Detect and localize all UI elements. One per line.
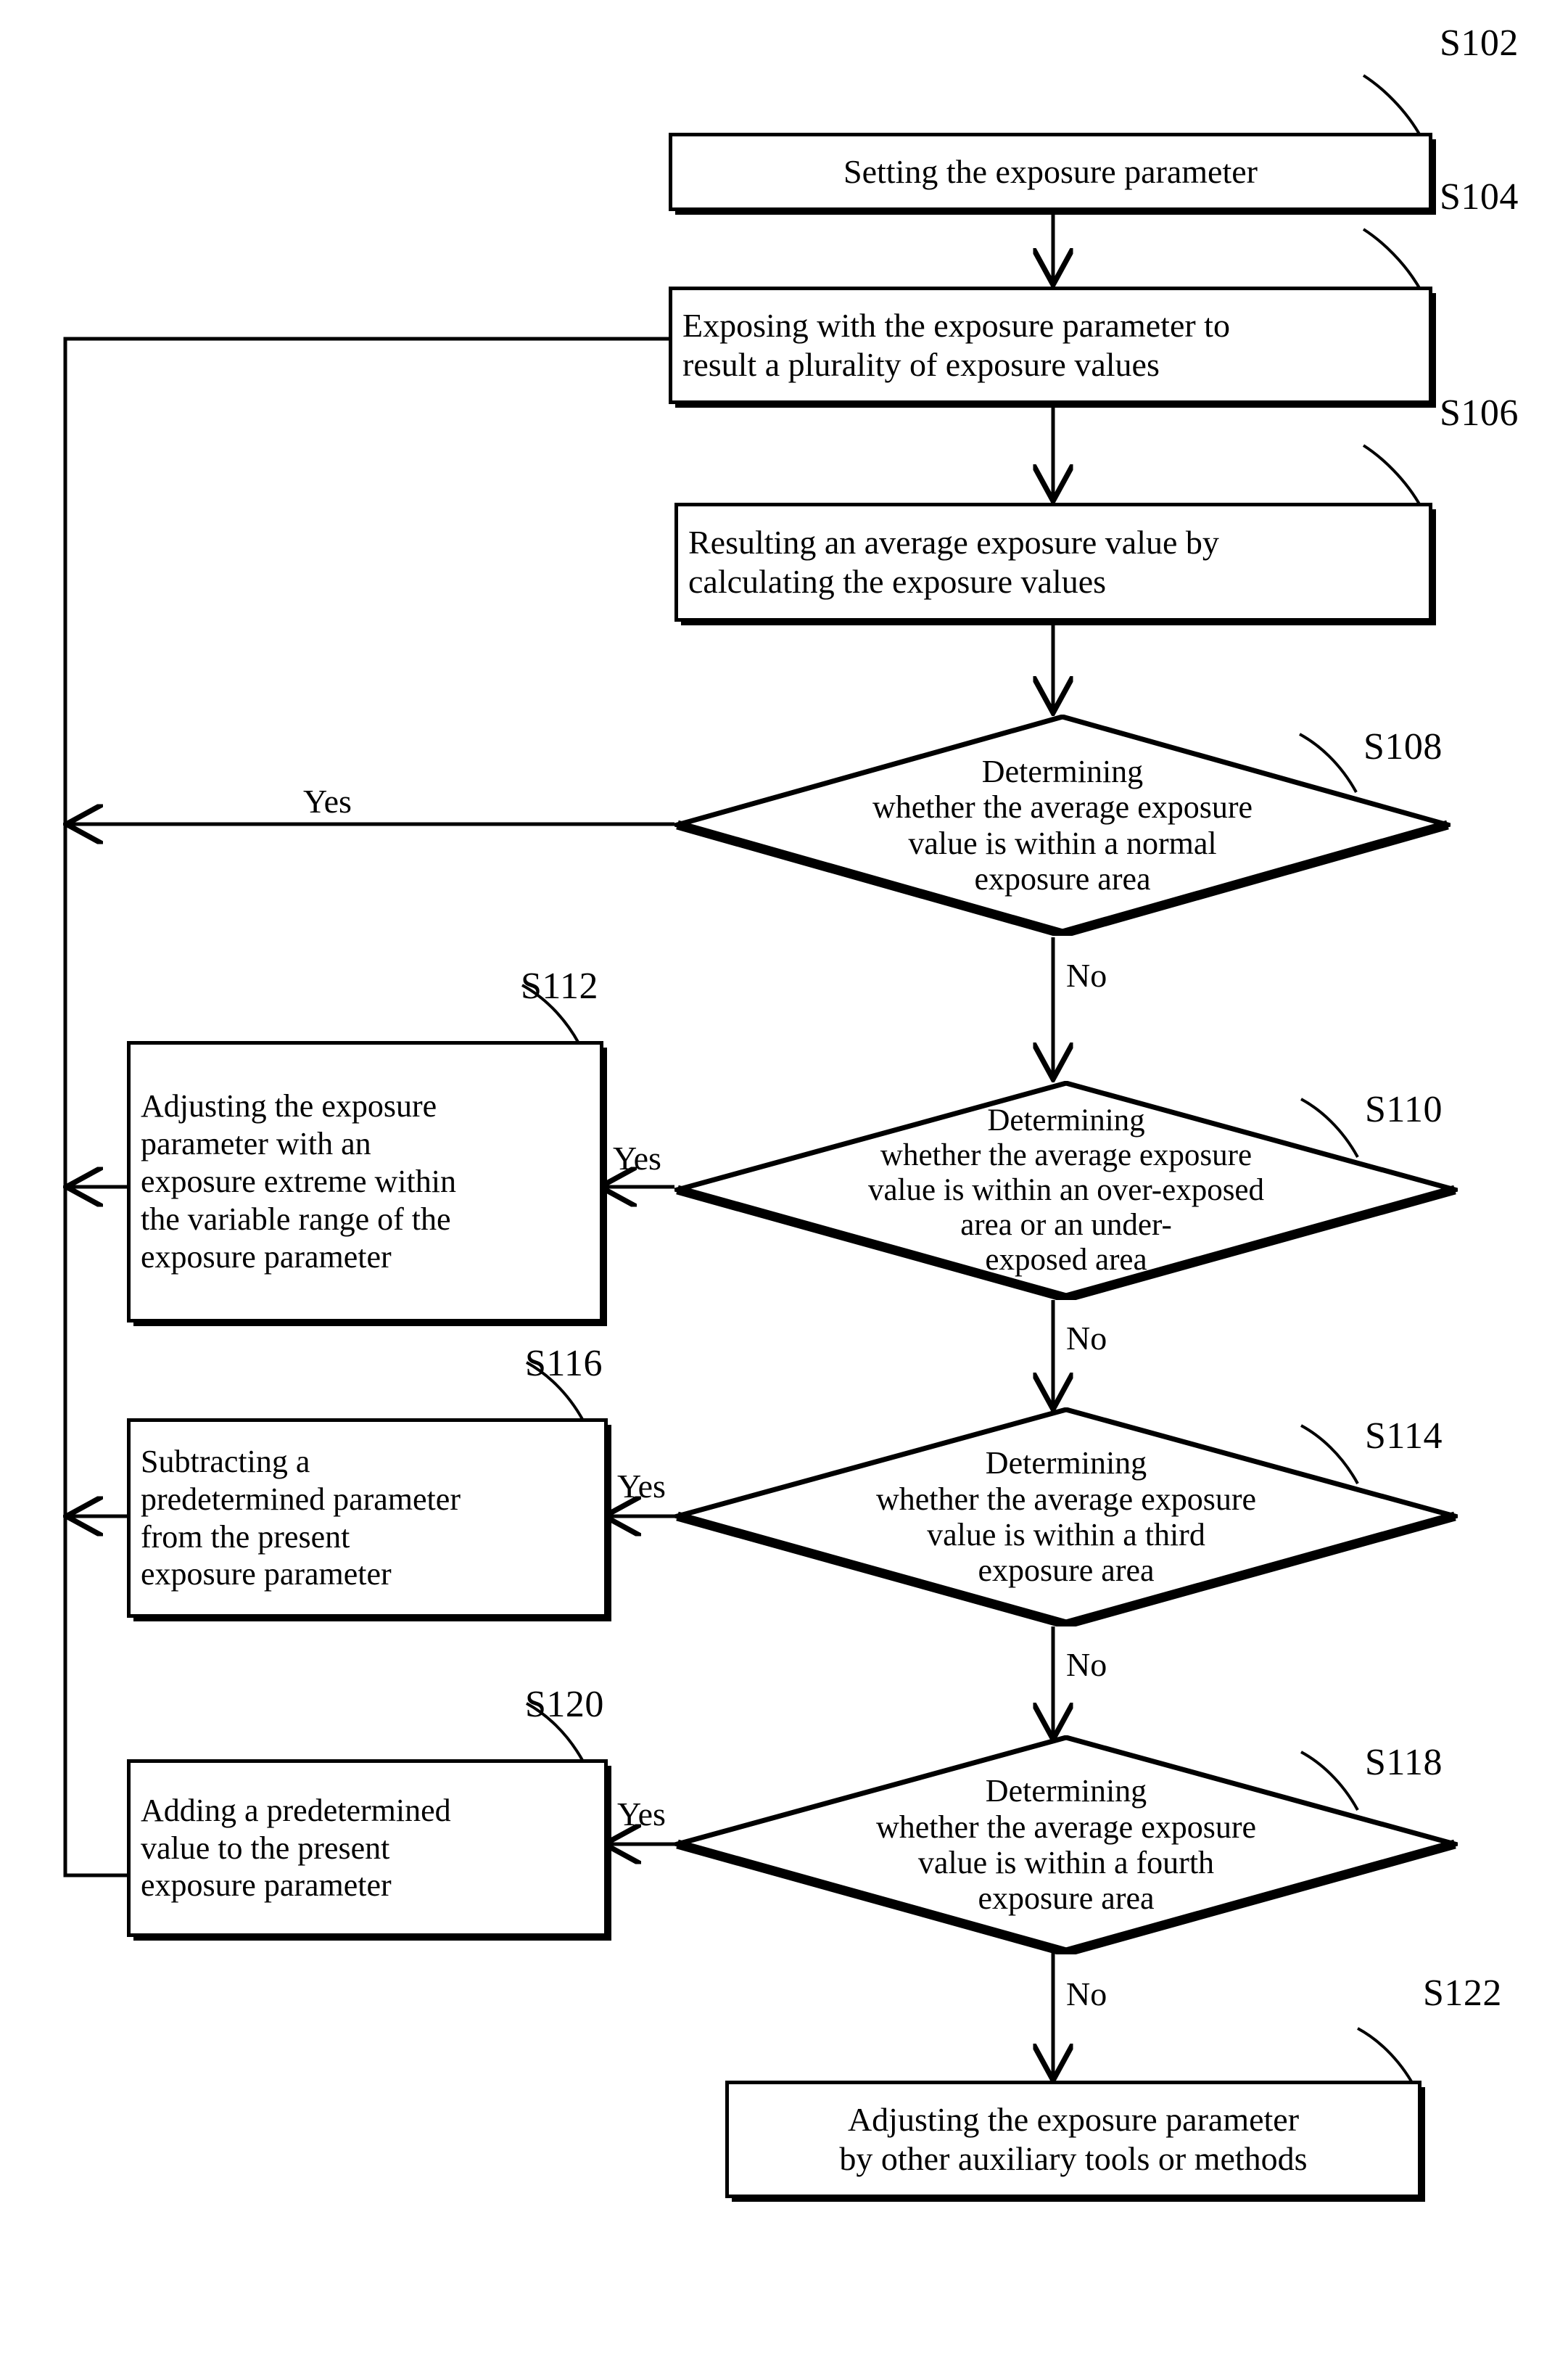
node-text-s106-line1: Resulting an average exposure value by xyxy=(688,523,1219,561)
node-text-s120-line2: value to the present xyxy=(141,1830,390,1866)
node-text-s122: Adjusting the exposure parameter by othe… xyxy=(729,2100,1418,2179)
node-text-s114: Determining whether the average exposure… xyxy=(769,1445,1364,1588)
edge-label-s114-no: No xyxy=(1066,1646,1107,1683)
node-text-s114-line4: exposure area xyxy=(978,1552,1155,1589)
node-text-s120-line3: exposure parameter xyxy=(141,1867,392,1904)
edge-label-s118-no: No xyxy=(1066,1975,1107,2012)
edge-label-s110-no: No xyxy=(1066,1320,1107,1357)
node-text-s108: Determining whether the average exposure… xyxy=(767,754,1357,897)
node-text-s118-line1: Determining xyxy=(985,1773,1147,1809)
node-text-s110-line1: Determining xyxy=(987,1103,1145,1138)
process-node-s106[interactable]: Resulting an average exposure value by c… xyxy=(674,503,1432,622)
node-text-s110-line2: whether the average exposure xyxy=(880,1138,1253,1172)
ref-label-s116: S116 xyxy=(525,1343,603,1384)
decision-node-s118[interactable]: Determining whether the average exposure… xyxy=(674,1735,1458,1954)
node-text-s112-line3: exposure extreme within xyxy=(141,1164,456,1200)
process-node-s122[interactable]: Adjusting the exposure parameter by othe… xyxy=(725,2081,1421,2198)
ref-label-s102: S102 xyxy=(1440,22,1519,64)
ref-label-s120: S120 xyxy=(525,1684,604,1725)
ref-label-s106: S106 xyxy=(1440,392,1519,434)
node-text-s110-line4: area or an under- xyxy=(960,1208,1172,1243)
edge-label-s108-no: No xyxy=(1066,957,1107,994)
ref-label-s104: S104 xyxy=(1440,176,1519,218)
node-text-s116-line4: exposure parameter xyxy=(141,1556,392,1592)
edge-label-s118-yes: Yes xyxy=(617,1796,666,1833)
node-text-s106: Resulting an average exposure value by c… xyxy=(678,523,1429,602)
node-text-s116-line1: Subtracting a xyxy=(141,1443,310,1479)
node-text-s120: Adding a predetermined value to the pres… xyxy=(131,1792,604,1905)
node-text-s118: Determining whether the average exposure… xyxy=(769,1773,1364,1916)
ref-label-s114: S114 xyxy=(1365,1415,1443,1457)
decision-node-s108[interactable]: Determining whether the average exposure… xyxy=(674,715,1451,936)
process-node-s120[interactable]: Adding a predetermined value to the pres… xyxy=(127,1759,608,1937)
node-text-s104: Exposing with the exposure parameter to … xyxy=(672,306,1429,385)
node-text-s122-line1: Adjusting the exposure parameter xyxy=(847,2100,1300,2138)
node-text-s116-line3: from the present xyxy=(141,1518,350,1555)
decision-node-s110[interactable]: Determining whether the average exposure… xyxy=(674,1081,1458,1300)
ref-label-s108: S108 xyxy=(1363,726,1443,768)
node-text-s110: Determining whether the average exposure… xyxy=(769,1103,1364,1278)
process-node-s116[interactable]: Subtracting a predetermined parameter fr… xyxy=(127,1418,608,1618)
node-text-s120-line1: Adding a predetermined xyxy=(141,1792,451,1828)
ref-label-s110: S110 xyxy=(1365,1089,1443,1130)
node-text-s122-line2: by other auxiliary tools or methods xyxy=(839,2140,1308,2177)
process-node-s112[interactable]: Adjusting the exposure parameter with an… xyxy=(127,1041,603,1323)
node-text-s112-line5: exposure parameter xyxy=(141,1238,392,1275)
node-text-s114-line3: value is within a third xyxy=(927,1517,1205,1552)
node-text-s106-line2: calculating the exposure values xyxy=(688,563,1107,600)
node-text-s110-line5: exposed area xyxy=(985,1243,1147,1278)
edge-label-s114-yes: Yes xyxy=(617,1468,666,1505)
process-node-s104[interactable]: Exposing with the exposure parameter to … xyxy=(669,287,1432,404)
edge-label-s110-yes: Yes xyxy=(613,1140,661,1177)
node-text-s118-line3: value is within a fourth xyxy=(917,1845,1215,1880)
node-text-s108-line3: value is within a normal xyxy=(908,825,1217,861)
node-text-s116-line2: predetermined parameter xyxy=(141,1481,461,1517)
node-text-s114-line1: Determining xyxy=(985,1445,1147,1481)
edge-label-s108-yes: Yes xyxy=(303,783,352,820)
node-text-s108-line1: Determining xyxy=(981,753,1144,789)
ref-label-s112: S112 xyxy=(521,966,598,1007)
ref-label-s122: S122 xyxy=(1423,1973,1502,2014)
node-text-s112-line2: parameter with an xyxy=(141,1126,371,1162)
node-text-s114-line2: whether the average exposure xyxy=(875,1481,1257,1517)
node-text-s104-line2: result a plurality of exposure values xyxy=(682,346,1160,383)
node-text-s112-line1: Adjusting the exposure xyxy=(141,1088,437,1124)
decision-node-s114[interactable]: Determining whether the average exposure… xyxy=(674,1407,1458,1626)
node-text-s112: Adjusting the exposure parameter with an… xyxy=(131,1087,600,1276)
node-text-s104-line1: Exposing with the exposure parameter to xyxy=(682,306,1230,344)
node-text-s112-line4: the variable range of the xyxy=(141,1201,451,1237)
node-text-s108-line2: whether the average exposure xyxy=(872,789,1253,826)
flowchart-canvas: Setting the exposure parameter S102 Expo… xyxy=(0,0,1568,2365)
process-node-s102[interactable]: Setting the exposure parameter xyxy=(669,133,1432,211)
node-text-s118-line2: whether the average exposure xyxy=(875,1809,1257,1845)
node-text-s102: Setting the exposure parameter xyxy=(843,152,1258,190)
node-text-s110-line3: value is within an over-exposed xyxy=(867,1172,1265,1207)
node-text-s116: Subtracting a predetermined parameter fr… xyxy=(131,1443,604,1594)
node-text-s108-line4: exposure area xyxy=(974,860,1151,897)
ref-label-s118: S118 xyxy=(1365,1742,1443,1783)
node-text-s118-line4: exposure area xyxy=(978,1880,1155,1917)
